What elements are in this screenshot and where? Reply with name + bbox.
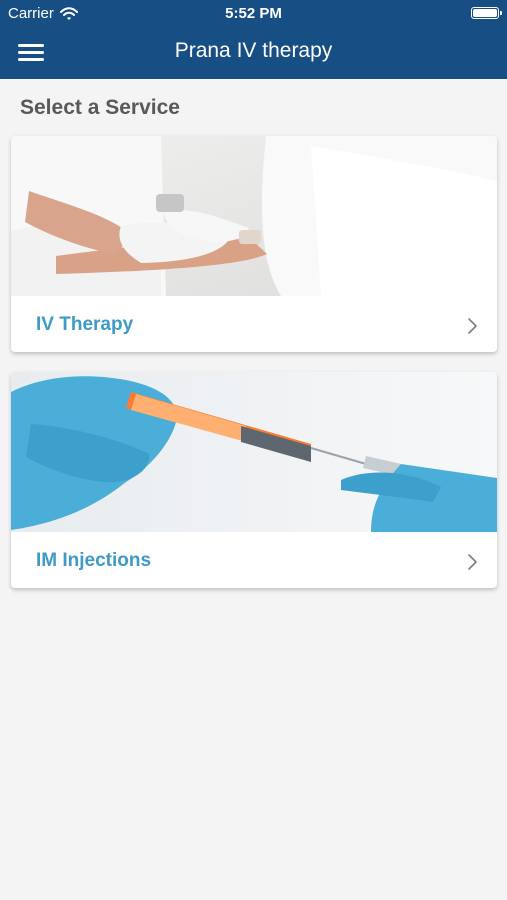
app-header: Carrier 5:52 PM Prana IV therapy — [0, 0, 507, 79]
service-card-label: IM Injections — [36, 550, 152, 571]
service-card-label: IV Therapy — [36, 314, 134, 335]
chevron-right-icon — [468, 554, 477, 570]
page-title: Prana IV therapy — [174, 39, 333, 62]
battery-level — [473, 9, 497, 17]
service-card-iv-therapy[interactable]: IV Therapy — [11, 136, 497, 352]
im-injection-photo — [11, 372, 497, 532]
status-bar: Carrier 5:52 PM — [0, 0, 507, 28]
battery-icon — [471, 7, 502, 19]
status-time: 5:52 PM — [225, 5, 282, 22]
chevron-right-icon — [468, 318, 477, 334]
section-title: Select a Service — [20, 96, 180, 119]
service-card-im-injections[interactable]: IM Injections — [11, 372, 497, 588]
iv-therapy-photo — [11, 136, 497, 296]
navigation-bar: Prana IV therapy — [0, 28, 507, 79]
